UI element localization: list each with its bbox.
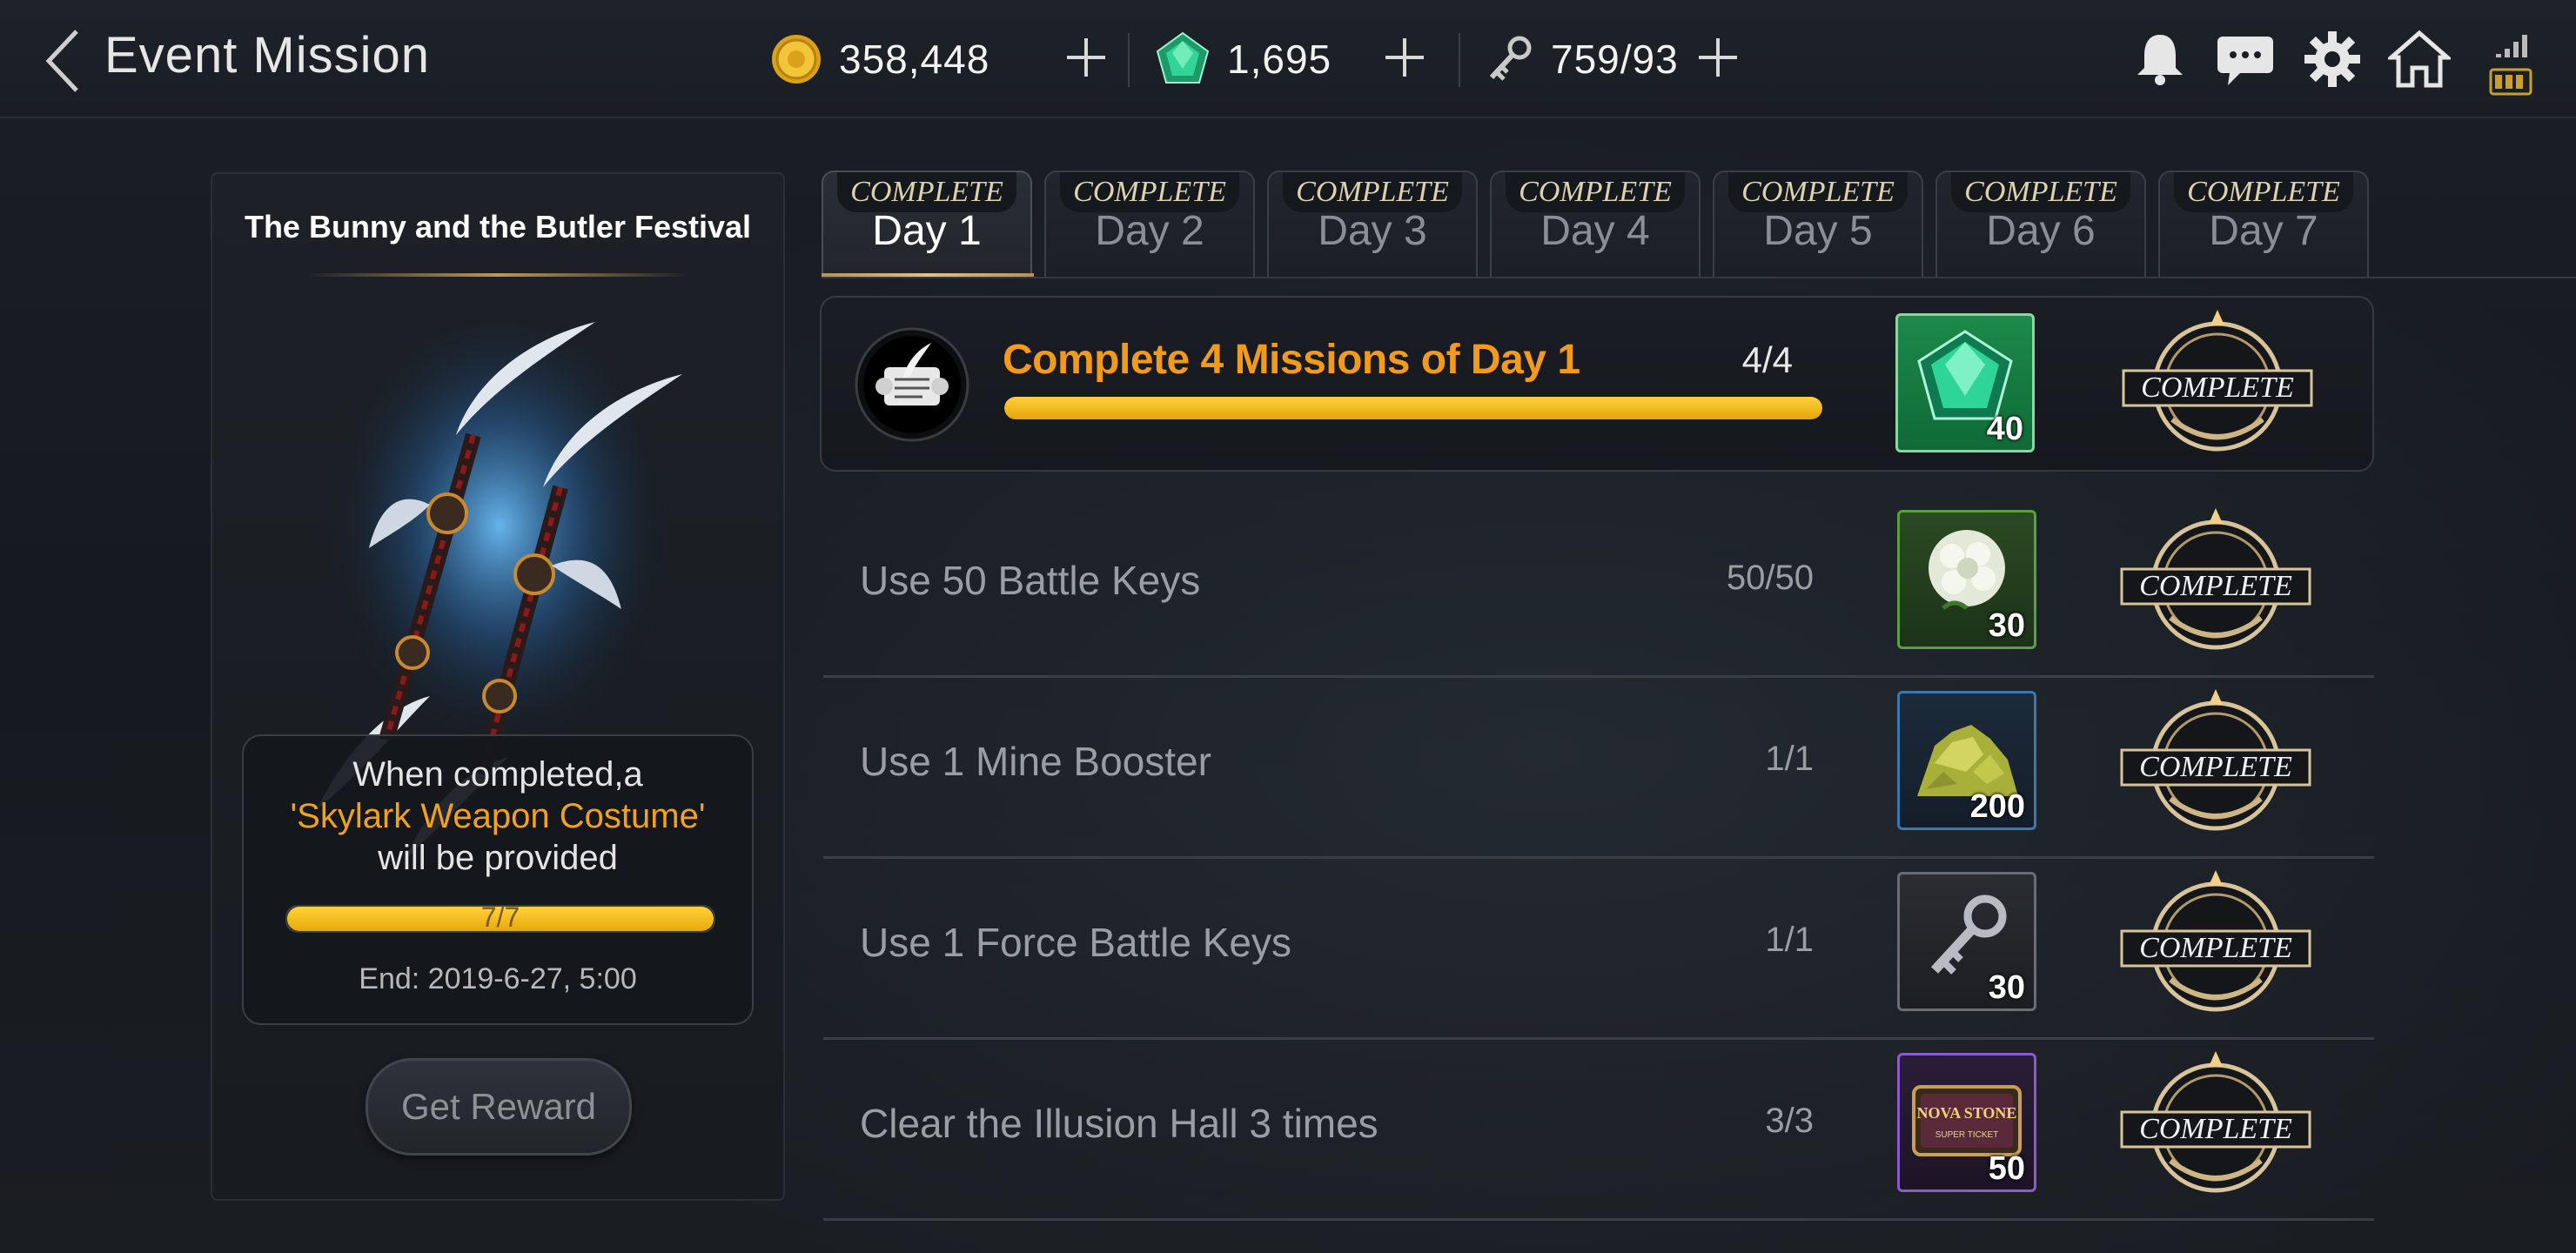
- tab-day-1[interactable]: COMPLETE Day 1: [822, 171, 1032, 277]
- get-reward-button[interactable]: Get Reward: [366, 1058, 632, 1156]
- tab-label: Day 5: [1763, 208, 1873, 254]
- tab-label: Day 2: [1095, 208, 1204, 254]
- gold-value: 358,448: [839, 37, 990, 82]
- reward-info-box: When completed,a 'Skylark Weapon Costume…: [242, 734, 754, 1025]
- festival-title: The Bunny and the Butler Festival: [244, 209, 752, 245]
- reward-item-name: 'Skylark Weapon Costume': [290, 797, 706, 835]
- main-mission-progress-bar: [1004, 397, 1822, 419]
- scroll-quill-icon: [855, 327, 969, 442]
- gem-icon: [1156, 31, 1210, 84]
- svg-text:COMPLETE: COMPLETE: [2139, 1113, 2292, 1145]
- main-mission-progress-fill: [1004, 397, 1822, 419]
- day-tabs: COMPLETE Day 1 COMPLETE Day 2 COMPLETE D…: [822, 171, 2388, 277]
- info-line-3: will be provided: [378, 839, 618, 877]
- add-gem-button[interactable]: [1382, 35, 1427, 80]
- tab-label: Day 6: [1986, 208, 2096, 254]
- mission-title: Clear the Illusion Hall 3 times: [860, 1101, 1379, 1146]
- main-mission-card: Complete 4 Missions of Day 1 4/4 40 COMP…: [820, 296, 2374, 472]
- complete-stamp-icon: COMPLETE: [2120, 689, 2311, 831]
- complete-stamp-icon: COMPLETE: [2120, 870, 2311, 1012]
- mission-count: 1/1: [1765, 740, 1814, 778]
- gear-icon[interactable]: [2301, 28, 2364, 90]
- svg-text:COMPLETE: COMPLETE: [2139, 751, 2292, 783]
- key-counter: 759/93: [1485, 24, 1679, 94]
- svg-text:COMPLETE: COMPLETE: [2139, 932, 2292, 964]
- divider: [1128, 33, 1130, 87]
- complete-stamp-icon: COMPLETE: [2120, 1051, 2311, 1193]
- tab-day-6[interactable]: COMPLETE Day 6: [1935, 171, 2146, 277]
- tab-label: Day 1: [872, 208, 982, 254]
- back-arrow-icon[interactable]: [44, 28, 82, 94]
- signal-battery-icon: [2489, 35, 2532, 96]
- reward-quantity: 200: [1969, 788, 2025, 825]
- mission-title: Use 50 Battle Keys: [860, 558, 1201, 603]
- tab-day-7[interactable]: COMPLETE Day 7: [2158, 171, 2369, 277]
- event-end-date: End: 2019-6-27, 5:00: [359, 962, 637, 995]
- mission-row: Use 1 Force Battle Keys 1/1 30 COMPLETE: [823, 858, 2374, 1040]
- gem-value: 1,695: [1227, 37, 1332, 82]
- tab-day-5[interactable]: COMPLETE Day 5: [1713, 171, 1923, 277]
- tab-day-2[interactable]: COMPLETE Day 2: [1044, 171, 1255, 277]
- tabs-divider: [822, 277, 2576, 278]
- mission-count: 1/1: [1765, 921, 1814, 959]
- svg-text:COMPLETE: COMPLETE: [2141, 372, 2294, 404]
- mission-row: Use 1 Mine Booster 1/1 200 COMPLETE: [823, 677, 2374, 859]
- tab-day-4[interactable]: COMPLETE Day 4: [1490, 171, 1701, 277]
- home-icon[interactable]: [2388, 28, 2451, 90]
- add-key-button[interactable]: [1695, 35, 1741, 80]
- complete-stamp-icon: COMPLETE: [2122, 310, 2313, 452]
- reward-quantity: 30: [1988, 969, 2025, 1006]
- reward-quantity: 40: [1986, 411, 2023, 447]
- key-value: 759/93: [1551, 37, 1679, 82]
- svg-text:NOVA STONE: NOVA STONE: [1917, 1104, 2017, 1122]
- svg-text:COMPLETE: COMPLETE: [2139, 570, 2292, 602]
- mission-count: 3/3: [1765, 1102, 1814, 1140]
- mission-title: Use 1 Mine Booster: [860, 739, 1211, 784]
- gold-coin-icon: [772, 35, 821, 84]
- complete-stamp-icon: COMPLETE: [2120, 508, 2311, 650]
- reward-quantity: 30: [1988, 607, 2025, 644]
- reward-slot[interactable]: 30: [1897, 872, 2036, 1011]
- title-divider: [308, 273, 688, 277]
- chat-icon[interactable]: [2214, 28, 2277, 90]
- main-mission-title: Complete 4 Missions of Day 1: [1003, 337, 1580, 383]
- key-icon: [1489, 36, 1532, 81]
- reward-slot[interactable]: NOVA STONE SUPER TICKET 50: [1897, 1053, 2036, 1192]
- bell-icon[interactable]: [2129, 28, 2191, 90]
- divider: [1459, 33, 1460, 87]
- top-bar: Event Mission 358,448 1,695 759/93: [0, 0, 2576, 118]
- tab-label: Day 7: [2209, 208, 2318, 254]
- page-title: Event Mission: [104, 27, 431, 84]
- mission-count: 50/50: [1726, 559, 1814, 597]
- mission-title: Use 1 Force Battle Keys: [860, 920, 1291, 965]
- gem-counter: 1,695: [1154, 24, 1332, 94]
- event-reward-panel: The Bunny and the Butler Festival When c…: [211, 172, 785, 1201]
- main-mission-count: 4/4: [1741, 339, 1793, 380]
- event-progress-text: 7/7: [480, 901, 520, 933]
- add-gold-button[interactable]: [1063, 35, 1109, 80]
- info-line-1: When completed,a: [352, 755, 643, 794]
- mission-row: Clear the Illusion Hall 3 times 3/3 NOVA…: [823, 1039, 2374, 1221]
- reward-slot[interactable]: 200: [1897, 691, 2036, 830]
- reward-quantity: 50: [1988, 1150, 2025, 1187]
- mission-row: Use 50 Battle Keys 50/50 30 COMPLETE: [823, 496, 2374, 678]
- tab-day-3[interactable]: COMPLETE Day 3: [1267, 171, 1478, 277]
- reward-slot[interactable]: 30: [1897, 510, 2036, 649]
- tab-label: Day 4: [1540, 208, 1650, 254]
- reward-slot[interactable]: 40: [1895, 313, 2035, 452]
- svg-text:SUPER TICKET: SUPER TICKET: [1935, 1130, 1999, 1140]
- gold-counter: 358,448: [769, 24, 989, 94]
- tab-label: Day 3: [1318, 208, 1427, 254]
